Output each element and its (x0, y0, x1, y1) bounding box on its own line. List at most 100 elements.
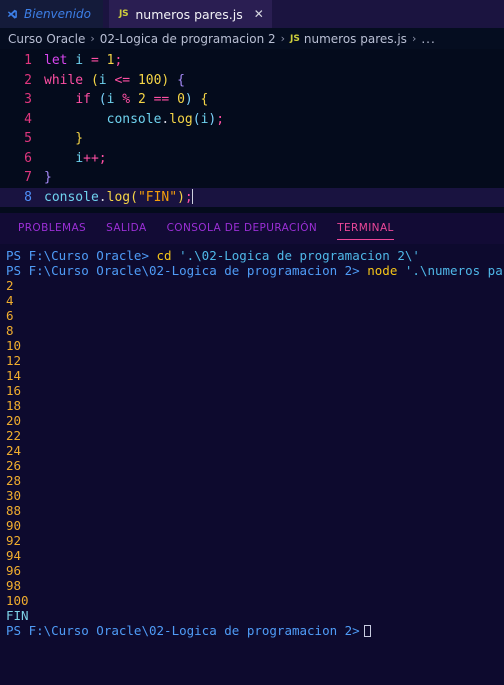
line-number: 8 (24, 189, 32, 205)
terminal-line: 96 (6, 563, 504, 578)
code-line-content: if (i % 2 == 0) { (32, 90, 208, 110)
terminal-output-value: 26 (6, 458, 22, 473)
token-punct: ; (98, 150, 107, 166)
terminal-output-value: 30 (6, 488, 22, 503)
line-number: 3 (24, 92, 32, 107)
code-line: 1 let i = 1; (0, 51, 504, 71)
terminal-output-value: 22 (6, 428, 22, 443)
terminal-output-value: 2 (6, 278, 14, 293)
breadcrumb-item-0[interactable]: Curso Oracle (8, 32, 85, 46)
chevron-right-icon: › (280, 32, 286, 45)
terminal-output-value: 4 (6, 293, 14, 308)
terminal-line: 6 (6, 308, 504, 323)
terminal-output[interactable]: PS F:\Curso Oracle> cd '.\02-Logica de p… (0, 244, 504, 685)
javascript-file-icon: JS (290, 33, 300, 44)
chevron-right-icon: › (90, 32, 95, 45)
token-string: "FIN" (137, 189, 178, 205)
token-paren: ( (130, 189, 138, 205)
code-line: 7 } (0, 168, 504, 188)
code-line-content: while (i <= 100) { (32, 71, 185, 91)
token-dot: . (98, 189, 107, 205)
terminal-prompt: PS F:\Curso Oracle\02-Logica de programa… (6, 263, 360, 278)
terminal-output-value: 24 (6, 443, 22, 458)
token-object: console (106, 111, 162, 127)
terminal-output-value: 28 (6, 473, 22, 488)
terminal-output-value: 88 (6, 503, 22, 518)
line-number: 6 (24, 150, 32, 166)
terminal-line: PS F:\Curso Oracle> cd '.\02-Logica de p… (6, 248, 504, 263)
breadcrumb-item-2[interactable]: numeros pares.js (304, 32, 407, 46)
terminal-output-value: 8 (6, 323, 14, 338)
terminal-prompt: PS F:\Curso Oracle\02-Logica de programa… (6, 623, 360, 638)
terminal-output-fin: FIN (6, 608, 29, 623)
terminal-output-value: 20 (6, 413, 22, 428)
vscode-window: Bienvenido JS numeros pares.js ✕ Curso O… (0, 0, 504, 685)
code-line: 3 if (i % 2 == 0) { (0, 90, 504, 110)
line-number: 7 (24, 170, 32, 185)
token-paren: ( (192, 111, 201, 127)
code-line-content: console.log(i); (32, 110, 224, 130)
terminal-line: 10 (6, 338, 504, 353)
terminal-output-value: 92 (6, 533, 22, 548)
terminal-line: PS F:\Curso Oracle\02-Logica de programa… (6, 263, 504, 278)
terminal-line: 92 (6, 533, 504, 548)
text-cursor (191, 188, 193, 204)
code-line-content: i++; (32, 149, 107, 169)
code-line-content: let i = 1; (32, 51, 122, 71)
code-line-current: 8 console.log("FIN"); (0, 187, 504, 208)
close-icon[interactable]: ✕ (254, 8, 264, 20)
javascript-file-icon: JS (118, 9, 129, 19)
token-number: 0 (177, 92, 185, 107)
token-keyword: if (75, 92, 91, 107)
tab-terminal[interactable]: TERMINAL (327, 213, 404, 244)
terminal-output-value: 12 (6, 353, 22, 368)
terminal-command: node (359, 263, 398, 278)
terminal-line-prompt: PS F:\Curso Oracle\02-Logica de programa… (6, 623, 504, 638)
terminal-line: 88 (6, 503, 504, 518)
breadcrumb-item-1[interactable]: 02-Logica de programacion 2 (100, 32, 276, 46)
panel-tab-bar: PROBLEMAS SALIDA CONSOLA DE DEPURACIÓN T… (0, 213, 504, 244)
token-object: console (44, 189, 99, 205)
terminal-line: 26 (6, 458, 504, 473)
terminal-line: 98 (6, 578, 504, 593)
terminal-output-value: 18 (6, 398, 22, 413)
vscode-logo-icon (6, 8, 19, 21)
terminal-output-value: 16 (6, 383, 22, 398)
terminal-output-value: 98 (6, 578, 22, 593)
token-brace: { (169, 72, 185, 88)
code-line: 4 console.log(i); (0, 110, 504, 130)
token-paren: ( (83, 72, 99, 88)
token-number: 100 (137, 72, 162, 88)
terminal-line: 94 (6, 548, 504, 563)
breadcrumb-overflow[interactable]: ... (421, 32, 435, 46)
tab-problemas[interactable]: PROBLEMAS (8, 213, 96, 244)
tab-consola-de-depuracion[interactable]: CONSOLA DE DEPURACIÓN (157, 213, 328, 244)
tab-bienvenido[interactable]: Bienvenido (0, 0, 103, 28)
terminal-output-value: 100 (6, 593, 29, 608)
chevron-right-icon: › (411, 32, 417, 45)
code-line-content: } (32, 129, 83, 149)
token-keyword: let (44, 53, 68, 68)
tab-numeros-pares-js[interactable]: JS numeros pares.js ✕ (108, 0, 272, 28)
code-line-content: } (32, 168, 52, 188)
code-editor[interactable]: 1 let i = 1; 2 while (i <= 100) { 3 if (… (0, 49, 504, 213)
terminal-output-value: 14 (6, 368, 22, 383)
token-brace: } (44, 131, 84, 146)
terminal-line: 12 (6, 353, 504, 368)
tab-salida[interactable]: SALIDA (96, 213, 156, 244)
token-paren: ( (90, 92, 107, 107)
code-line: 5 } (0, 129, 504, 149)
tab-numeros-pares-js-label: numeros pares.js (135, 6, 243, 22)
terminal-argument: '.\02-Logica de programacion 2\' (171, 248, 420, 263)
token-variable: i (75, 150, 84, 166)
terminal-argument: '.\numeros pares.js' (404, 263, 504, 278)
token-number: 2 (137, 92, 146, 107)
token-punct: ; (114, 53, 123, 68)
terminal-line: 20 (6, 413, 504, 428)
code-line-content: console.log("FIN"); (32, 188, 193, 208)
terminal-output-value: 90 (6, 518, 22, 533)
terminal-line: 22 (6, 428, 504, 443)
token-brace: { (192, 92, 209, 107)
